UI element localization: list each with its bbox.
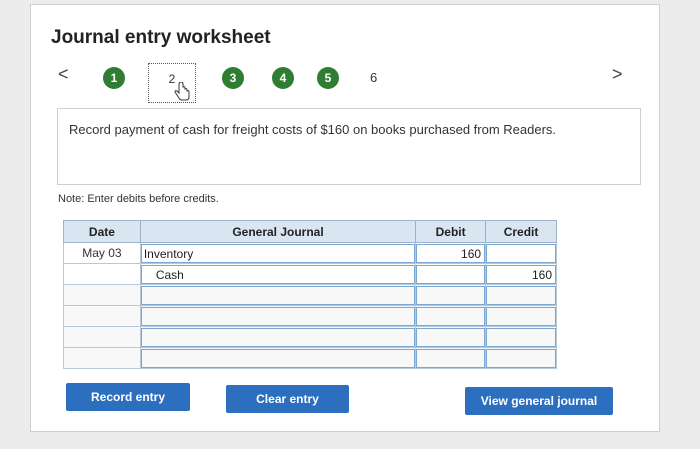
account-input[interactable]: Inventory <box>140 243 416 263</box>
debit-cell[interactable] <box>415 284 487 306</box>
credit-cell[interactable] <box>485 284 557 306</box>
table-row: Cash 160 <box>63 263 557 285</box>
view-general-journal-button[interactable]: View general journal <box>465 387 613 415</box>
date-cell[interactable] <box>63 347 141 369</box>
date-cell[interactable] <box>63 284 141 306</box>
date-cell[interactable] <box>63 326 141 348</box>
prev-arrow-icon[interactable]: < <box>58 64 69 85</box>
debit-cell[interactable] <box>415 263 487 285</box>
account-cell[interactable] <box>139 347 417 369</box>
debit-input[interactable]: 160 <box>416 243 486 263</box>
account-input[interactable]: Cash <box>140 264 416 284</box>
account-input[interactable] <box>140 306 416 326</box>
step-4[interactable]: 4 <box>272 67 294 89</box>
account-cell[interactable] <box>139 305 417 327</box>
table-row <box>63 347 557 369</box>
account-input[interactable] <box>140 327 416 347</box>
credit-input[interactable] <box>486 306 556 326</box>
credit-cell[interactable] <box>485 242 557 264</box>
credit-cell[interactable] <box>485 326 557 348</box>
record-entry-button[interactable]: Record entry <box>66 383 190 411</box>
credit-cell[interactable] <box>485 347 557 369</box>
debit-cell[interactable] <box>415 305 487 327</box>
step-5[interactable]: 5 <box>317 67 339 89</box>
header-date: Date <box>63 220 141 243</box>
credit-cell[interactable]: 160 <box>485 263 557 285</box>
journal-table: Date General Journal Debit Credit May 03… <box>63 220 557 369</box>
step-6[interactable]: 6 <box>370 70 377 85</box>
table-row: May 03 Inventory 160 <box>63 242 557 264</box>
credit-input[interactable]: 160 <box>486 264 556 284</box>
header-credit: Credit <box>485 220 557 243</box>
account-cell[interactable]: Cash <box>139 263 417 285</box>
table-row <box>63 284 557 306</box>
credit-cell[interactable] <box>485 305 557 327</box>
hand-cursor-icon <box>174 82 190 101</box>
credit-input[interactable] <box>486 285 556 305</box>
account-input[interactable] <box>140 285 416 305</box>
credit-input[interactable] <box>486 243 556 263</box>
debit-input[interactable] <box>416 327 486 347</box>
debit-input[interactable] <box>416 285 486 305</box>
table-row <box>63 305 557 327</box>
page-title: Journal entry worksheet <box>51 27 271 48</box>
next-arrow-icon[interactable]: > <box>612 64 623 85</box>
debit-input[interactable] <box>416 264 486 284</box>
debit-cell[interactable] <box>415 347 487 369</box>
header-debit: Debit <box>415 220 487 243</box>
header-general-journal: General Journal <box>139 220 417 243</box>
step-2-current[interactable]: 2 <box>148 63 196 103</box>
transaction-description: Record payment of cash for freight costs… <box>57 108 641 185</box>
account-cell[interactable]: Inventory <box>139 242 417 264</box>
debit-cell[interactable]: 160 <box>415 242 487 264</box>
debit-cell[interactable] <box>415 326 487 348</box>
table-row <box>63 326 557 348</box>
date-cell[interactable]: May 03 <box>63 242 141 264</box>
date-cell[interactable] <box>63 305 141 327</box>
step-3[interactable]: 3 <box>222 67 244 89</box>
account-cell[interactable] <box>139 326 417 348</box>
clear-entry-button[interactable]: Clear entry <box>226 385 349 413</box>
date-cell[interactable] <box>63 263 141 285</box>
credit-input[interactable] <box>486 327 556 347</box>
step-1[interactable]: 1 <box>103 67 125 89</box>
account-input[interactable] <box>140 348 416 368</box>
debit-input[interactable] <box>416 348 486 368</box>
entry-note: Note: Enter debits before credits. <box>58 193 219 205</box>
debit-input[interactable] <box>416 306 486 326</box>
account-cell[interactable] <box>139 284 417 306</box>
credit-input[interactable] <box>486 348 556 368</box>
